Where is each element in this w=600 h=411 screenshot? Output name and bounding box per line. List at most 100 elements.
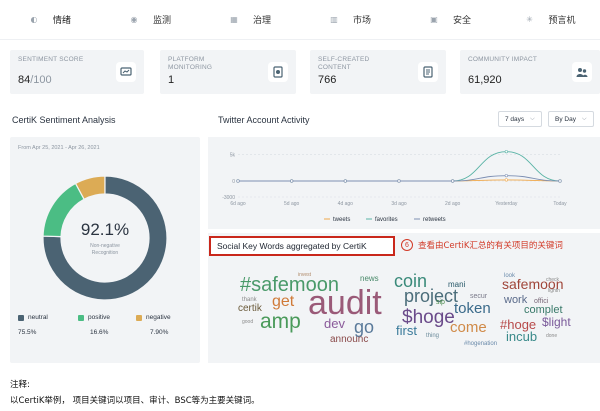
- monitoring-icon: [268, 62, 288, 82]
- keywords-title-box: Social Key Words aggregated by CertiK: [209, 236, 395, 256]
- legend-label-retweets: retweets: [423, 217, 446, 223]
- keyword-word: lightn: [548, 288, 560, 294]
- nav-label: 治理: [252, 16, 271, 26]
- keyword-word: mani: [448, 280, 466, 289]
- card-community-impact: COMMUNITY IMPACT 61,920: [460, 50, 600, 94]
- nav-item-monitor[interactable]: ◉ 监测: [100, 0, 200, 40]
- nav-item-oracle[interactable]: ✳ 预言机: [500, 0, 600, 40]
- keyword-word: offici: [534, 298, 549, 305]
- score-icon: [116, 62, 136, 82]
- keyword-word: done: [546, 333, 557, 339]
- keyword-word: news: [360, 274, 379, 283]
- top-nav: ◐ 情绪 ◉ 监测 ▦ 治理 ▥ 市场 ▣ 安全 ✳ 预言机: [0, 0, 600, 40]
- keyword-word: good: [242, 319, 253, 325]
- legend-item-negative: negative: [136, 314, 171, 321]
- x-tick-label: 4d ago: [338, 201, 354, 207]
- donut-center-sub1: Non-negative: [90, 243, 120, 249]
- legend-item-neutral: neutral: [18, 314, 48, 321]
- card-platform-monitoring: PLATFORM MONITORING 1: [160, 50, 296, 94]
- community-icon: [572, 62, 592, 82]
- twitter-title: Twitter Account Activity: [218, 115, 310, 125]
- annotation-marker: 6: [401, 239, 413, 251]
- legend-label: positive: [88, 314, 111, 321]
- x-tick-label: 5d ago: [284, 201, 300, 207]
- series-point-retweets: [504, 174, 508, 178]
- keyword-word: get: [272, 293, 295, 310]
- stat-cards: SENTIMENT SCORE 84/100 PLATFORM MONITORI…: [10, 50, 600, 94]
- date-range: From Apr 25, 2021 - Apr 26, 2021: [18, 145, 100, 151]
- nav-label: 监测: [152, 16, 171, 26]
- legend-swatch: [78, 314, 84, 321]
- legend-label: negative: [146, 314, 171, 321]
- keyword-word: look: [504, 273, 516, 279]
- keyword-word: secur: [470, 293, 488, 300]
- keyword-word: incub: [506, 329, 537, 344]
- x-tick-label: Yesterday: [495, 201, 518, 207]
- keyword-word: dev: [324, 316, 345, 331]
- nav-label: 情绪: [52, 16, 71, 26]
- card-value: 84/100: [18, 74, 52, 86]
- nav-item-governance[interactable]: ▦ 治理: [200, 0, 300, 40]
- sentiment-donut-chart: 92.1% Non-negative Recognition: [42, 175, 168, 301]
- y-tick-label: 5k: [230, 152, 236, 158]
- x-tick-label: Today: [553, 201, 567, 207]
- card-self-created-content: SELF-CREATED CONTENT 766: [310, 50, 446, 94]
- legend-value-positive: 16.6%: [90, 329, 109, 336]
- keyword-word: come: [450, 319, 487, 336]
- monitor-icon: ◉: [130, 15, 138, 24]
- x-tick-label: 6d ago: [230, 201, 246, 207]
- keyword-word: thank: [242, 297, 258, 303]
- chevron-down-icon: ⌵: [581, 115, 587, 122]
- group-select[interactable]: By Day ⌵: [548, 111, 594, 127]
- legend-label: neutral: [28, 314, 48, 321]
- group-select-value: By Day: [555, 115, 576, 123]
- keyword-word: thing: [426, 333, 439, 339]
- range-select[interactable]: 7 days ⌵: [498, 111, 542, 127]
- keywords-title: Social Key Words aggregated by CertiK: [217, 241, 367, 251]
- y-tick-label: 0: [232, 179, 235, 185]
- sentiment-legend: neutral positive negative 75.5% 16.6% 7.…: [18, 314, 198, 344]
- content-icon: [418, 62, 438, 82]
- keyword-word: first: [396, 323, 417, 338]
- sentiment-icon: ◐: [30, 15, 38, 24]
- series-point-retweets: [343, 179, 347, 183]
- series-point-favorites: [504, 150, 508, 154]
- footnote-heading: 注释:: [10, 380, 30, 390]
- nav-label: 市场: [352, 16, 371, 26]
- legend-label-favorites: favorites: [375, 217, 398, 223]
- nav-label: 安全: [452, 16, 471, 26]
- keyword-word: amp: [260, 310, 301, 333]
- keyword-word: #hogenation: [464, 341, 497, 347]
- keyword-word: announc: [330, 334, 368, 345]
- series-point-retweets: [558, 179, 562, 183]
- legend-value-negative: 7.90%: [150, 329, 169, 336]
- oracle-icon: ✳: [526, 15, 533, 24]
- footnote-text: 以CertiK举例， 项目关键词以项目、审计、BSC等为主要关键词。: [10, 396, 260, 406]
- legend-swatch: [18, 314, 24, 321]
- donut-center-sub2: Recognition: [92, 250, 119, 256]
- series-point-retweets: [290, 179, 294, 183]
- chevron-down-icon: ⌵: [530, 115, 535, 122]
- donut-slice-positive: [42, 182, 85, 238]
- legend-swatch: [136, 314, 142, 321]
- card-value: 1: [168, 74, 175, 86]
- series-point-retweets: [397, 179, 401, 183]
- keywords-note: 查看由CertiK汇总的有关项目的关键词: [418, 241, 563, 251]
- donut-center-value: 92.1%: [81, 220, 129, 239]
- card-value: 61,920: [468, 74, 502, 86]
- card-label: SELF-CREATED CONTENT: [318, 56, 370, 71]
- keyword-word-cloud: #safemoonauditcoinproject$hogeampgetnews…: [238, 271, 571, 347]
- series-point-tweets: [504, 178, 508, 182]
- keyword-word: token: [454, 300, 491, 317]
- legend-value-neutral: 75.5%: [18, 329, 37, 336]
- x-tick-label: 3d ago: [391, 201, 407, 207]
- nav-item-sentiment[interactable]: ◐ 情绪: [0, 0, 100, 40]
- nav-label: 预言机: [548, 16, 576, 26]
- nav-item-security[interactable]: ▣ 安全: [400, 0, 500, 40]
- keyword-word: invest: [298, 272, 312, 278]
- nav-item-market[interactable]: ▥ 市场: [300, 0, 400, 40]
- twitter-line-chart: 5k0-30006d ago 5d ago 4d ago 3d ago 2d ago Ye…: [222, 150, 567, 223]
- legend-item-positive: positive: [78, 314, 110, 321]
- keyword-word: $light: [542, 315, 571, 329]
- sentiment-title: CertiK Sentiment Analysis: [12, 115, 116, 125]
